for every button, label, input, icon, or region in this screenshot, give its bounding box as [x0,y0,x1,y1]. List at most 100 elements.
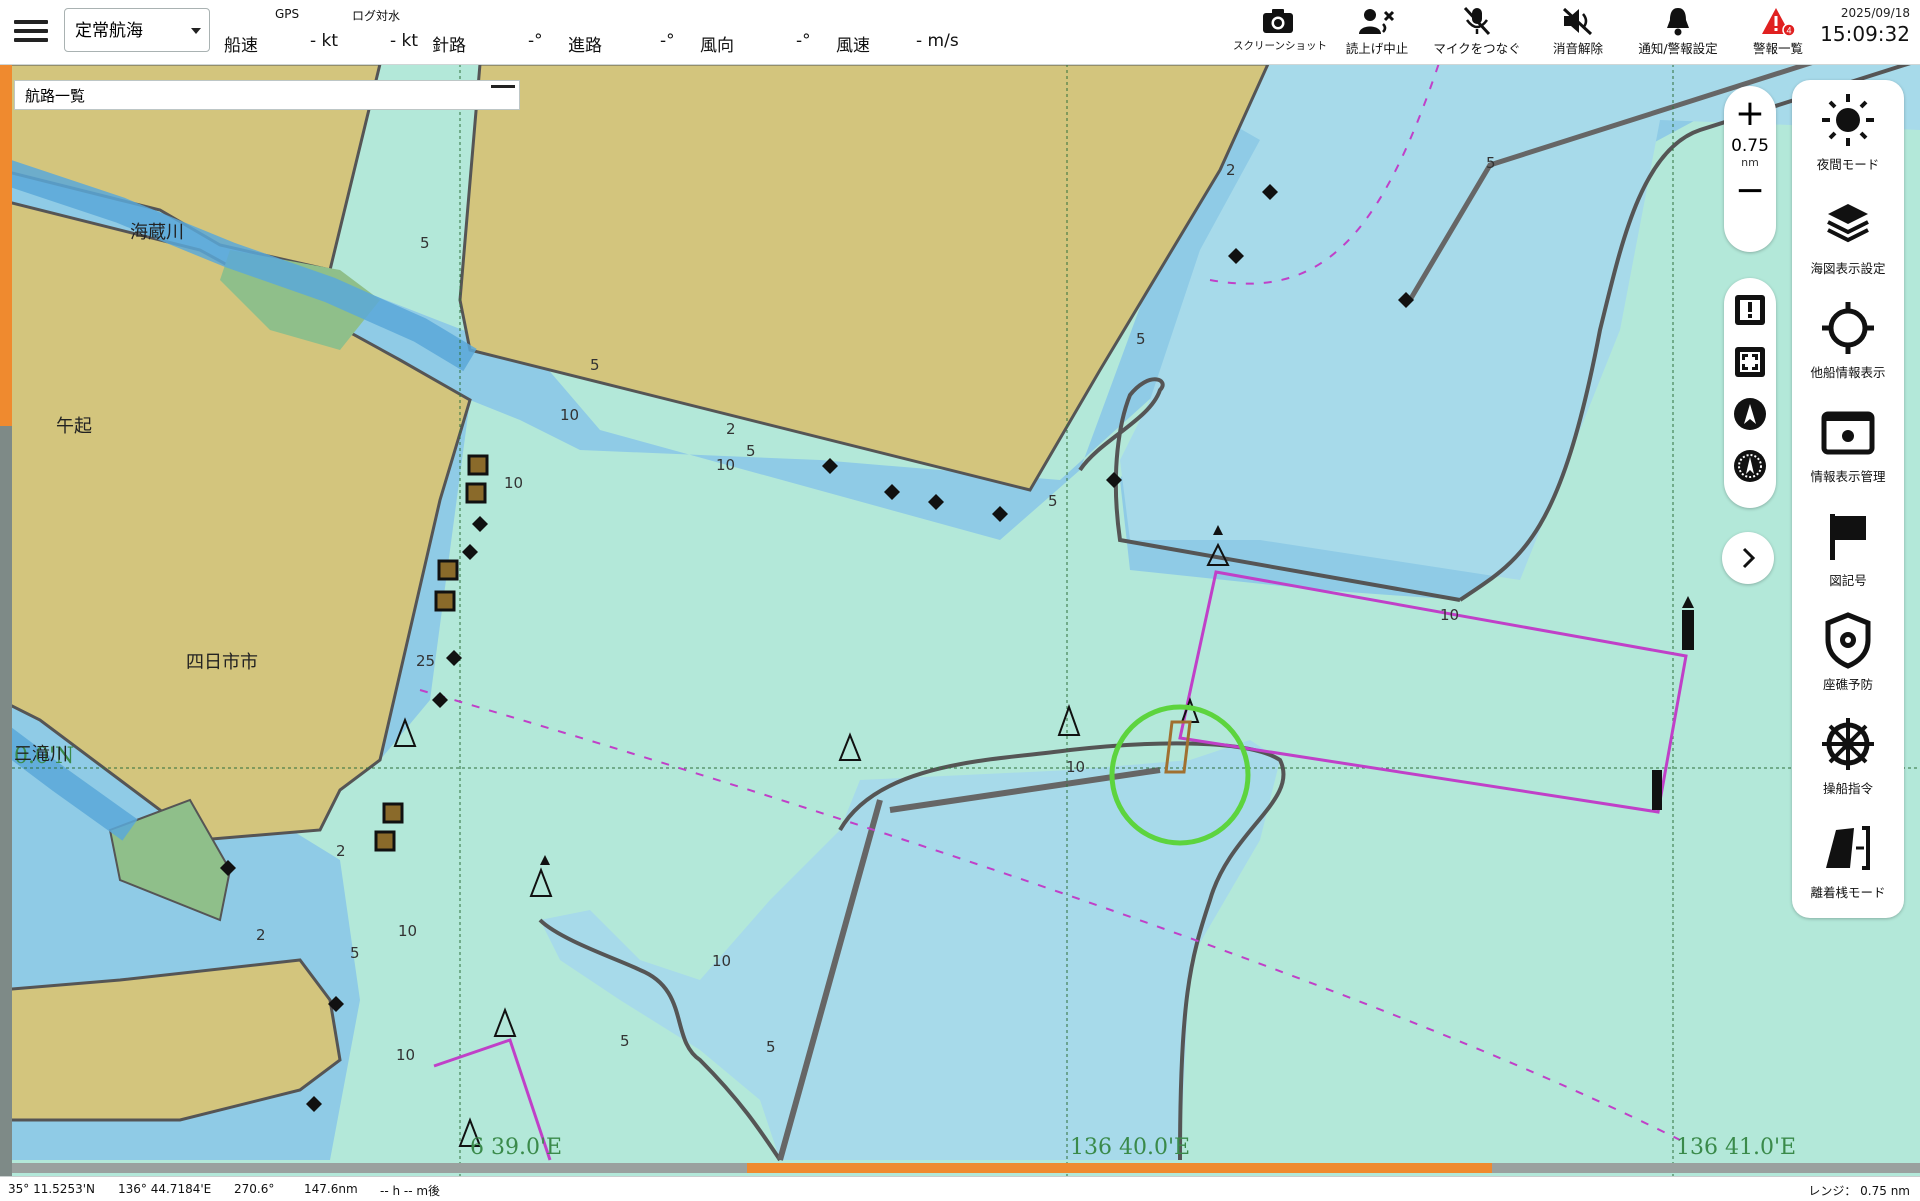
zoom-in-button[interactable]: + [1724,96,1776,136]
night-mode-button[interactable]: 夜間モード [1792,80,1904,180]
chart-symbol-label: 図記号 [1829,573,1867,588]
depth-sounding: 5 [420,234,430,252]
gps-label: GPS [275,7,300,21]
info-display-icon [1821,411,1875,455]
right-menu-panel: 夜間モード 海図表示設定 他船情報表示 情報表示管理 図記号 座礁予防 操船指令… [1792,80,1904,918]
depth-sounding: 5 [620,1032,630,1050]
heading-value: -° [528,31,543,51]
notification-settings-button[interactable]: 通知/警報設定 [1633,6,1723,62]
depth-sounding: 5 [746,442,756,460]
depth-sounding: 5 [350,944,360,962]
date-text: 2025/09/18 [1840,6,1910,20]
depth-sounding: 2 [1226,161,1236,179]
fit-frame-button[interactable] [1732,344,1768,380]
grounding-prevention-label: 座礁予防 [1822,677,1873,692]
alarm-list-button[interactable]: 4 警報一覧 [1733,6,1823,62]
wind-speed-value: - m/s [916,31,959,51]
cursor-latitude: 35° 11.5253'N [8,1182,95,1196]
depth-sounding: 10 [1066,758,1085,776]
display-frame-button[interactable] [1732,292,1768,328]
log-speed-value: - kt [390,31,419,51]
berthing-mode-label: 離着桟モード [1810,885,1886,900]
place-label-umaoki: 午起 [56,416,92,437]
depth-sounding: 25 [416,652,435,670]
course-value: -° [660,31,675,51]
nautical-chart[interactable]: 0.0'N 6 39.0'E 136 40.0'E 136 41.0'E 海蔵川… [0,64,1920,1176]
shield-gear-icon [1825,612,1871,669]
depth-sounding: 2 [336,842,346,860]
range-unit: nm [1741,156,1759,169]
depth-sounding: 5 [1136,330,1146,348]
depth-sounding: 5 [1048,492,1058,510]
chart-display-settings-button[interactable]: 海図表示設定 [1792,184,1904,284]
depth-sounding: 10 [504,474,523,492]
night-mode-label: 夜間モード [1816,157,1880,172]
lon-label-40: 136 40.0'E [1070,1135,1190,1160]
horizontal-scrollbar[interactable] [12,1163,1920,1173]
expand-panel-button[interactable] [1722,532,1774,584]
ship-wheel-icon [1822,718,1874,770]
top-toolbar: 定常航海 船速 GPS - kt ログ対水 - kt 針路 -° 進路 -° 風… [0,0,1920,65]
chart-canvas[interactable]: 0.0'N 6 39.0'E 136 40.0'E 136 41.0'E 海蔵川… [0,64,1920,1176]
clock: 2025/09/18 15:09:32 [1820,6,1910,46]
cursor-longitude: 136° 44.7184'E [118,1182,212,1196]
time-text: 15:09:32 [1820,22,1910,46]
north-up-button[interactable] [1732,396,1768,432]
depth-sounding: 5 [1486,154,1496,172]
wind-direction-label: 風向 [700,36,734,56]
depth-sounding: 5 [766,1038,776,1056]
depth-sounding: 10 [560,406,579,424]
head-up-button[interactable] [1732,448,1768,484]
place-label-yokkaichi: 四日市市 [186,652,258,673]
minimize-icon[interactable] [491,85,515,88]
fit-frame-icon [1735,347,1765,377]
berthing-mode-button[interactable]: 離着桟モード [1792,808,1904,908]
mic-off-icon [1463,6,1491,36]
chart-display-settings-label: 海図表示設定 [1810,261,1886,276]
speed-label: 船速 [224,36,258,56]
lon-label-41: 136 41.0'E [1676,1135,1796,1160]
depth-sounding: 10 [396,1046,415,1064]
horizontal-scroll-thumb[interactable] [747,1163,1492,1173]
berthing-icon [1826,826,1870,870]
layers-icon [1827,204,1869,243]
cursor-distance: 147.6nm [304,1182,358,1196]
status-bar: 35° 11.5253'N 136° 44.7184'E 270.6° 147.… [0,1176,1920,1201]
depth-sounding: 2 [726,420,736,438]
other-ship-info-button[interactable]: 他船情報表示 [1792,288,1904,388]
zoom-control: + 0.75 nm − [1724,86,1776,252]
wind-speed-label: 風速 [836,36,870,56]
screenshot-button[interactable]: スクリーンショット [1233,6,1327,62]
volume-mute-icon [1562,7,1593,36]
alarm-list-label: 警報一覧 [1752,41,1803,56]
depth-sounding: 5 [590,356,600,374]
gps-speed-value: - kt [310,31,339,51]
target-crosshair-icon [1822,302,1874,354]
left-edge-scrollbar[interactable] [0,64,12,1176]
connect-mic-button[interactable]: マイクをつなぐ [1432,6,1522,62]
depth-sounding: 10 [1440,606,1459,624]
cursor-bearing: 270.6° [234,1182,275,1196]
flag-icon [1830,514,1866,560]
zoom-out-button[interactable]: − [1724,173,1776,213]
info-display-management-label: 情報表示管理 [1810,469,1886,484]
grounding-prevention-button[interactable]: 座礁予防 [1792,600,1904,700]
lon-label-39: 6 39.0'E [470,1135,562,1160]
depth-sounding: 10 [716,456,735,474]
left-edge-scroll-thumb[interactable] [0,64,12,426]
unmute-label: 消音解除 [1552,41,1603,56]
warning-icon: 4 [1762,8,1796,36]
heading-label: 針路 [432,36,466,56]
unmute-button[interactable]: 消音解除 [1533,6,1623,62]
course-label: 進路 [568,36,602,56]
route-list-panel[interactable]: 航路一覧 [14,80,520,110]
info-display-management-button[interactable]: 情報表示管理 [1792,392,1904,492]
screenshot-label: スクリーンショット [1233,40,1327,52]
camera-icon [1263,9,1293,33]
ship-maneuver-command-button[interactable]: 操船指令 [1792,704,1904,804]
stop-reading-button[interactable]: 読上げ中止 [1332,6,1422,62]
chart-symbol-button[interactable]: 図記号 [1792,496,1904,596]
north-up-compass-icon [1734,398,1766,430]
notification-settings-label: 通知/警報設定 [1638,41,1718,56]
map-tools-panel [1724,278,1776,508]
